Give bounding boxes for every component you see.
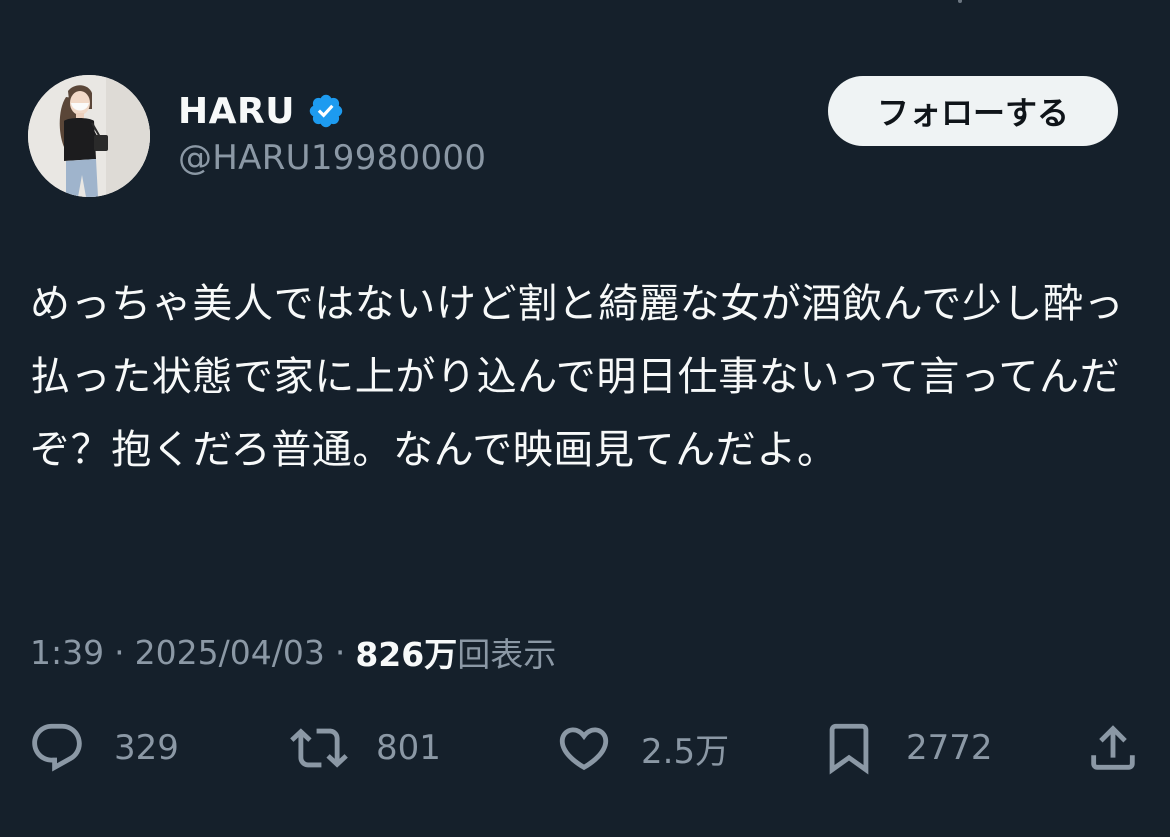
verified-badge-icon bbox=[307, 92, 345, 130]
profile-photo bbox=[28, 75, 150, 197]
reply-button[interactable]: 329 bbox=[28, 715, 179, 781]
meta-separator: · bbox=[114, 632, 125, 672]
repost-count: 801 bbox=[376, 728, 441, 768]
views-count[interactable]: 826万 bbox=[355, 628, 457, 676]
display-name[interactable]: HARU bbox=[178, 91, 295, 132]
avatar[interactable] bbox=[28, 75, 150, 197]
meta-separator: · bbox=[334, 632, 346, 672]
repost-button[interactable]: 801 bbox=[290, 715, 441, 781]
like-button[interactable]: 2.5万 bbox=[555, 715, 729, 781]
post-time[interactable]: 1:39 bbox=[30, 633, 104, 672]
post-text: めっちゃ美人ではないけど割と綺麗な女が酒飲んで少し酔っ払った状態で家に上がり込ん… bbox=[30, 281, 1125, 473]
share-button[interactable] bbox=[1084, 715, 1142, 781]
reply-icon bbox=[32, 723, 82, 772]
bookmark-count: 2772 bbox=[906, 728, 993, 768]
top-edge-mark bbox=[958, 0, 962, 3]
author-handle[interactable]: @HARU19980000 bbox=[178, 138, 486, 178]
post-meta: 1:39 · 2025/04/03 · 826万 回表示 bbox=[30, 628, 556, 676]
share-icon bbox=[1091, 725, 1135, 770]
bookmark-icon bbox=[829, 723, 869, 775]
post-date[interactable]: 2025/04/03 bbox=[135, 633, 325, 672]
like-count: 2.5万 bbox=[641, 731, 730, 772]
views-label[interactable]: 回表示 bbox=[457, 628, 556, 676]
heart-icon bbox=[559, 727, 609, 771]
reply-count: 329 bbox=[114, 728, 179, 768]
repost-icon bbox=[290, 728, 348, 768]
follow-button[interactable]: フォローする bbox=[828, 76, 1118, 146]
author-name-row[interactable]: HARU bbox=[178, 88, 345, 134]
action-bar: 329 801 2.5万 2772 bbox=[0, 715, 1170, 781]
bookmark-button[interactable]: 2772 bbox=[820, 715, 993, 781]
